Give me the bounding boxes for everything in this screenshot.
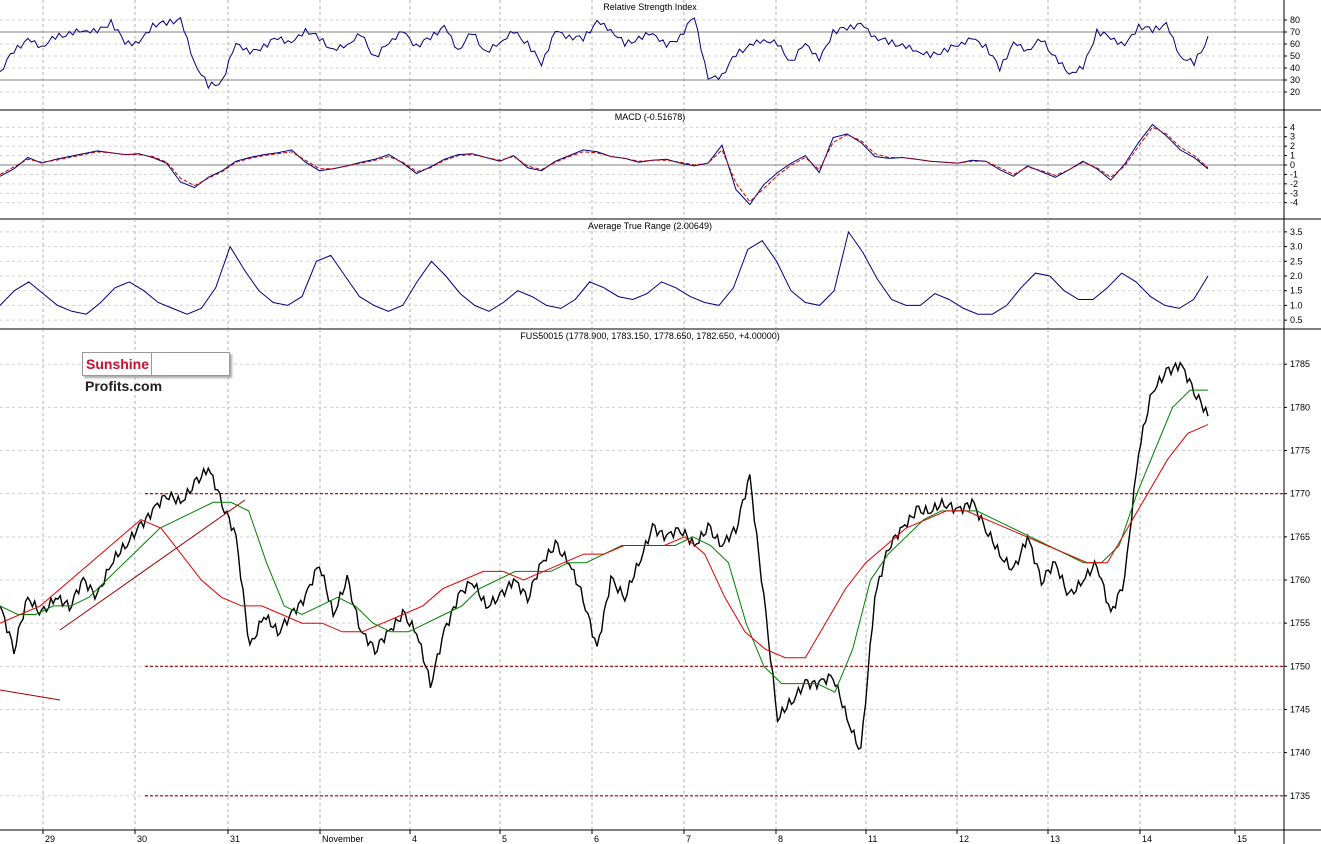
series-line-0 bbox=[0, 230, 1209, 315]
x-tick-label: 4 bbox=[412, 834, 417, 844]
y-tick-label: 1785 bbox=[1290, 359, 1310, 369]
panel-title: Average True Range (2.00649) bbox=[588, 221, 712, 231]
y-tick-label: 2.0 bbox=[1290, 271, 1303, 281]
panel-2: 3.5 3.0 2.5 2.0 1.5 1.0 0.5 Average True Range … bbox=[0, 219, 1321, 330]
x-tick-label: 12 bbox=[959, 834, 969, 844]
series-line-0 bbox=[0, 361, 1209, 750]
x-tick-label: 31 bbox=[230, 834, 240, 844]
panel-title: FUS50015 (1778.900, 1783.150, 1778.650, … bbox=[520, 331, 779, 341]
x-tick-label: 13 bbox=[1050, 834, 1060, 844]
x-tick-label: 5 bbox=[502, 834, 507, 844]
y-tick-label: 30 bbox=[1290, 75, 1300, 85]
y-tick-label: 2.5 bbox=[1290, 256, 1303, 266]
y-tick-label: 1750 bbox=[1290, 661, 1310, 671]
x-tick-label: 11 bbox=[868, 834, 877, 844]
y-tick-label: 1735 bbox=[1290, 791, 1310, 801]
y-tick-label: 1755 bbox=[1290, 618, 1310, 628]
stock-chart: 80706050403020Relative Strength Index432… bbox=[0, 0, 1321, 844]
y-tick-label: 3.5 bbox=[1290, 227, 1303, 237]
x-tick-label: 29 bbox=[45, 834, 55, 844]
x-tick-label: 6 bbox=[594, 834, 599, 844]
y-tick-label: 40 bbox=[1290, 63, 1300, 73]
y-tick-label: 1765 bbox=[1290, 532, 1310, 542]
y-tick-label: 80 bbox=[1290, 15, 1300, 25]
y-tick-label: 50 bbox=[1290, 51, 1300, 61]
sunshine-profits-logo[interactable]: SunshineProfits.com bbox=[82, 352, 230, 394]
y-tick-label: 70 bbox=[1290, 27, 1300, 37]
x-tick-label: 30 bbox=[137, 834, 147, 844]
panel-title: Relative Strength Index bbox=[603, 2, 697, 12]
panel-1: 43210-1-2-3-4MACD (-0.51678) bbox=[0, 110, 1321, 220]
x-tick-label: 7 bbox=[686, 834, 691, 844]
y-tick-label: 20 bbox=[1290, 87, 1300, 97]
y-tick-label: 1760 bbox=[1290, 575, 1310, 585]
x-tick-label: 8 bbox=[778, 834, 783, 844]
y-tick-label: 1.5 bbox=[1290, 286, 1303, 296]
y-tick-label: 1.0 bbox=[1290, 300, 1303, 310]
x-tick-label: November bbox=[322, 834, 364, 844]
y-tick-label: 1740 bbox=[1290, 748, 1310, 758]
x-tick-label: 14 bbox=[1142, 834, 1152, 844]
trend-line bbox=[0, 689, 61, 701]
y-tick-label: 1775 bbox=[1290, 446, 1310, 456]
y-tick-label: 3.0 bbox=[1290, 242, 1303, 252]
y-tick-label: 1780 bbox=[1290, 402, 1310, 412]
y-tick-label: 1745 bbox=[1290, 704, 1310, 714]
panel-0: 80 70 60 50 40 30 20 Relative Strength Index bbox=[0, 0, 1321, 111]
y-tick-label: 1770 bbox=[1290, 489, 1310, 499]
series-line-0 bbox=[0, 16, 1209, 90]
y-tick-label: 60 bbox=[1290, 39, 1300, 49]
x-tick-label: 15 bbox=[1237, 834, 1247, 844]
y-tick-label: 0.5 bbox=[1290, 315, 1303, 325]
panel-title: MACD (-0.51678) bbox=[615, 112, 686, 122]
panel-3: 1785 1780 1775 1770 1765 1760 1755 1750 1745 1740… bbox=[0, 329, 1321, 831]
y-tick-label: -4 bbox=[1290, 198, 1298, 208]
